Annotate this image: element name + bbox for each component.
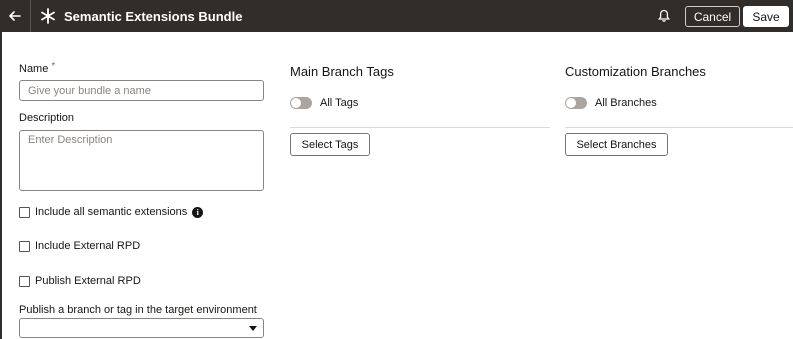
description-textarea[interactable] (19, 130, 264, 191)
divider (565, 127, 793, 128)
all-branches-row: All Branches (565, 97, 657, 109)
description-label: Description (19, 112, 75, 124)
publish-external-rpd-label: Publish External RPD (35, 275, 141, 287)
main-branch-tags-title: Main Branch Tags (290, 64, 394, 79)
divider (290, 127, 550, 128)
header-bar: Semantic Extensions Bundle Cancel Save (0, 0, 793, 32)
publish-external-rpd-checkbox[interactable] (19, 275, 30, 287)
include-all-semantic-extensions-label: Include all semantic extensions (35, 206, 188, 218)
include-external-rpd-label: Include External RPD (35, 240, 141, 252)
snowflake-icon (41, 8, 55, 24)
page-title: Semantic Extensions Bundle (64, 9, 243, 24)
chevron-down-icon (249, 326, 257, 331)
all-tags-toggle[interactable] (290, 97, 312, 109)
toggle-knob (566, 98, 576, 108)
back-button[interactable] (0, 0, 31, 32)
all-tags-label: All Tags (320, 97, 359, 109)
all-branches-toggle[interactable] (565, 97, 587, 109)
back-arrow-icon (9, 11, 21, 21)
cancel-button[interactable]: Cancel (685, 6, 740, 27)
all-tags-row: All Tags (290, 97, 358, 109)
publish-external-rpd-row: Publish External RPD (19, 275, 141, 287)
required-marker: * (51, 61, 56, 72)
info-icon[interactable]: i (192, 206, 204, 218)
select-tags-button[interactable]: Select Tags (290, 133, 370, 156)
customization-branches-title: Customization Branches (565, 64, 706, 79)
include-all-semantic-extensions-checkbox[interactable] (19, 206, 30, 218)
include-external-rpd-row: Include External RPD (19, 240, 140, 252)
publish-branch-select[interactable] (19, 318, 264, 338)
name-input[interactable] (19, 80, 264, 101)
include-all-semantic-extensions-row: Include all semantic extensions i (19, 206, 204, 218)
publish-branch-label: Publish a branch or tag in the target en… (19, 304, 257, 316)
save-button[interactable]: Save (743, 6, 789, 27)
toggle-knob (291, 98, 301, 108)
name-label: Name * (19, 61, 56, 75)
left-border (0, 32, 2, 339)
select-branches-button[interactable]: Select Branches (565, 133, 668, 156)
include-external-rpd-checkbox[interactable] (19, 240, 30, 252)
notification-bell-icon[interactable] (657, 9, 671, 23)
all-branches-label: All Branches (595, 97, 657, 109)
